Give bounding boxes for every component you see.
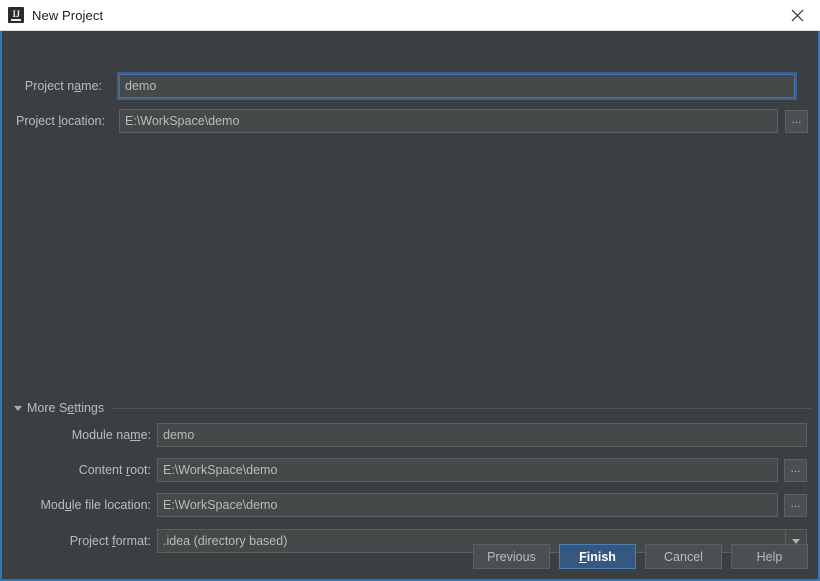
logo-underline <box>11 19 21 21</box>
intellij-idea-logo-icon: IJ <box>8 7 24 23</box>
titlebar: IJ New Project <box>0 0 820 31</box>
finish-button-label: Finish <box>579 549 616 564</box>
project-location-label: Project location: <box>16 113 105 128</box>
content-root-browse-button[interactable]: ... <box>784 458 807 482</box>
project-location-input[interactable] <box>119 109 779 133</box>
project-location-browse-button[interactable]: ... <box>785 109 808 133</box>
finish-button[interactable]: Finish <box>559 544 636 569</box>
dialog-button-bar: Previous Finish Cancel Help <box>473 544 808 569</box>
module-name-label: Module name: <box>71 427 151 442</box>
ellipsis-browse-icon: ... <box>790 460 801 475</box>
mnemonic-letter: u <box>64 497 72 512</box>
module-file-location-label: Module file location: <box>40 497 152 512</box>
module-name-input[interactable] <box>157 423 807 447</box>
more-settings-label: More Settings <box>27 401 105 415</box>
cancel-button[interactable]: Cancel <box>645 544 722 569</box>
content-root-label: Content root: <box>78 462 151 477</box>
project-name-row: Project name: <box>16 74 808 98</box>
cancel-button-label: Cancel <box>664 549 703 564</box>
new-project-dialog: IJ New Project Project name: Project loc… <box>0 0 820 581</box>
chevron-down-icon <box>14 405 22 411</box>
content-root-input[interactable] <box>157 458 778 482</box>
logo-glyph: IJ <box>12 8 20 19</box>
project-format-label: Project format: <box>69 533 151 548</box>
project-location-row: Project location: ... <box>16 109 808 133</box>
project-name-input[interactable] <box>119 74 795 98</box>
help-button[interactable]: Help <box>731 544 808 569</box>
module-file-location-browse-button[interactable]: ... <box>784 493 807 517</box>
module-file-location-input[interactable] <box>157 493 778 517</box>
ellipsis-browse-icon: ... <box>791 111 802 126</box>
window-title: New Project <box>32 7 104 23</box>
more-settings-toggle[interactable]: More Settings <box>14 400 812 416</box>
mnemonic-letter: m <box>130 427 141 442</box>
module-file-location-row: Module file location: ... <box>33 493 808 517</box>
mnemonic-letter: F <box>579 549 587 564</box>
ellipsis-browse-icon: ... <box>790 495 801 510</box>
previous-button-label: Previous <box>487 549 536 564</box>
close-icon[interactable] <box>774 0 820 31</box>
section-divider <box>112 407 812 409</box>
previous-button[interactable]: Previous <box>473 544 550 569</box>
help-button-label: Help <box>756 549 783 564</box>
module-name-row: Module name: <box>33 423 808 447</box>
content-root-row: Content root: ... <box>33 458 808 482</box>
project-name-label: Project name: <box>24 78 102 93</box>
dialog-body: Project name: Project location: ... More… <box>2 31 818 579</box>
